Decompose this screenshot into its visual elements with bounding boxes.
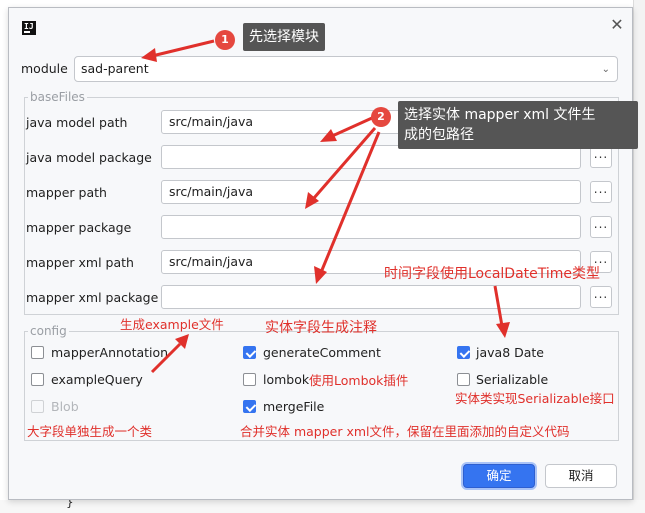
mapper-annotation-label: mapperAnnotation <box>51 345 169 360</box>
module-select-value: sad-parent <box>81 61 149 76</box>
mapper-package-input[interactable] <box>161 215 581 239</box>
intellij-logo-icon: IJ <box>22 21 36 35</box>
mapper-path-input[interactable]: src/main/java <box>161 180 581 204</box>
mapper-xml-package-input[interactable] <box>161 285 581 309</box>
example-query-checkbox[interactable] <box>31 373 44 386</box>
java-model-path-label: java model path <box>26 115 128 130</box>
note-example: 生成example文件 <box>120 317 224 332</box>
step-1-badge: 1 <box>215 30 235 50</box>
mapper-package-browse-button[interactable]: ... <box>590 216 612 238</box>
lombok-label: lombok <box>263 372 310 387</box>
mapper-path-browse-button[interactable]: ... <box>590 181 612 203</box>
note-serializable: 实体类实现Serializable接口 <box>455 391 615 406</box>
note-generate-comment: 实体字段生成注释 <box>265 320 377 336</box>
note-blob: 大字段单独生成一个类 <box>27 424 153 439</box>
java-model-package-label: java model package <box>26 150 152 165</box>
generate-comment-checkbox[interactable] <box>243 346 256 359</box>
example-query-label: exampleQuery <box>51 372 143 387</box>
ok-button[interactable]: 确定 <box>463 464 535 488</box>
close-icon[interactable]: ✕ <box>609 17 625 33</box>
cancel-button[interactable]: 取消 <box>545 464 617 488</box>
note-localdatetime: 时间字段使用LocalDateTime类型 <box>384 266 601 282</box>
chevron-down-icon: ⌄ <box>601 64 610 75</box>
step-1-tooltip: 先选择模块 <box>243 23 325 51</box>
step-2-tooltip: 选择实体 mapper xml 文件生 成的包路径 <box>398 101 638 149</box>
config-legend: config <box>28 324 69 338</box>
blob-checkbox <box>31 400 44 413</box>
java8-date-checkbox[interactable] <box>457 346 470 359</box>
blob-label: Blob <box>51 399 79 414</box>
step-2-tooltip-line-2: 成的包路径 <box>404 127 474 143</box>
merge-file-label: mergeFile <box>263 399 325 414</box>
mapper-path-label: mapper path <box>26 185 107 200</box>
module-label: module <box>21 61 68 76</box>
mapper-xml-package-browse-button[interactable]: ... <box>590 286 612 308</box>
note-merge-file: 合并实体 mapper xml文件，保留在里面添加的自定义代码 <box>240 424 570 439</box>
step-2-badge: 2 <box>371 107 391 127</box>
step-2-tooltip-line-1: 选择实体 mapper xml 文件生 <box>404 107 596 123</box>
background-editor-strip <box>633 0 645 513</box>
mapper-xml-path-label: mapper xml path <box>26 255 134 270</box>
mapper-annotation-checkbox[interactable] <box>31 346 44 359</box>
module-select[interactable]: sad-parent ⌄ <box>74 56 618 82</box>
background-editor-bottom <box>0 500 645 513</box>
serializable-label: Serializable <box>476 372 549 387</box>
java8-date-label: java8 Date <box>476 345 544 360</box>
java-model-package-browse-button[interactable]: ... <box>590 146 612 168</box>
note-lombok: 使用Lombok插件 <box>309 373 409 388</box>
serializable-checkbox[interactable] <box>457 373 470 386</box>
lombok-checkbox[interactable] <box>243 373 256 386</box>
generate-comment-label: generateComment <box>263 345 381 360</box>
merge-file-checkbox[interactable] <box>243 400 256 413</box>
basefiles-legend: baseFiles <box>28 90 87 104</box>
mapper-package-label: mapper package <box>26 220 132 235</box>
mapper-xml-package-label: mapper xml package <box>26 290 159 305</box>
